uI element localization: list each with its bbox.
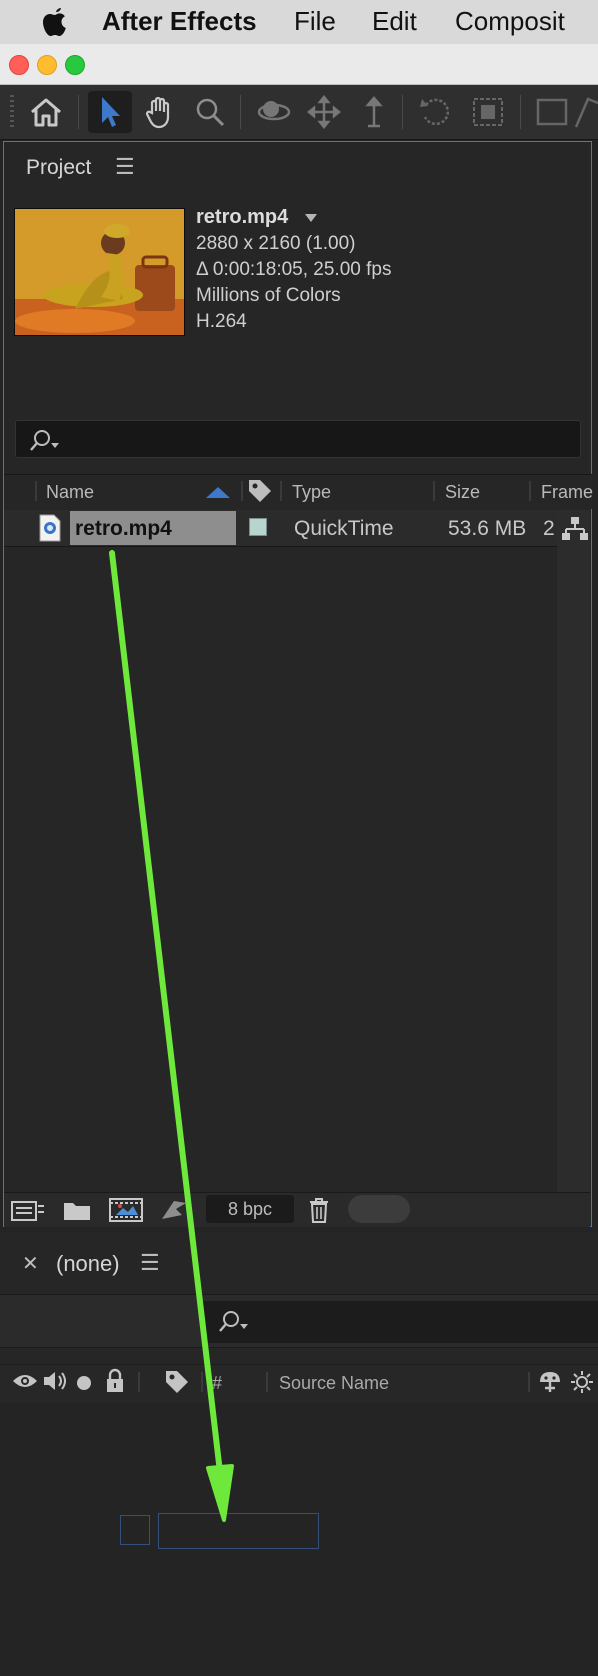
- row-type: QuickTime: [294, 517, 394, 540]
- row-file-name[interactable]: retro.mp4: [75, 517, 172, 541]
- project-panel-scroll-column[interactable]: [557, 510, 590, 1192]
- timeline-search-input[interactable]: [203, 1301, 598, 1343]
- column-frame[interactable]: Frame: [541, 482, 593, 503]
- pen-tool-icon[interactable]: [574, 91, 598, 133]
- new-folder-icon[interactable]: [62, 1198, 92, 1222]
- column-divider[interactable]: [433, 481, 435, 501]
- row-size: 53.6 MB: [448, 517, 527, 540]
- row-label-color[interactable]: [249, 518, 267, 536]
- footage-duration: Δ 0:00:18:05, 25.00 fps: [196, 259, 392, 280]
- toolbar-separator: [78, 95, 79, 129]
- flowchart-icon[interactable]: [562, 516, 588, 542]
- quicktime-file-icon: [39, 514, 61, 542]
- thumbnail-transparency-toggle[interactable]: [348, 1195, 410, 1223]
- footage-name: retro.mp4: [196, 206, 289, 228]
- shy-layer-icon[interactable]: [538, 1370, 562, 1394]
- column-divider[interactable]: [280, 481, 282, 501]
- window-titlebar: [0, 44, 598, 85]
- toolbar-separator: [402, 95, 403, 129]
- footage-dimensions: 2880 x 2160 (1.00): [196, 233, 356, 254]
- hand-tool-icon[interactable]: [138, 91, 182, 133]
- selection-tool-icon[interactable]: [88, 91, 132, 133]
- footage-codec: H.264: [196, 311, 247, 332]
- dolly-camera-icon[interactable]: [352, 91, 396, 133]
- sort-ascending-icon[interactable]: [206, 486, 230, 498]
- label-column-tag-icon[interactable]: [247, 478, 273, 504]
- toolbar-separator: [520, 95, 521, 129]
- label-column-tag-icon[interactable]: [164, 1369, 190, 1395]
- menu-composition[interactable]: Composit: [455, 6, 565, 37]
- project-panel-menu-icon[interactable]: ☰: [115, 154, 135, 180]
- pan-camera-icon[interactable]: [302, 91, 346, 133]
- column-name[interactable]: Name: [46, 482, 94, 503]
- column-divider[interactable]: [35, 481, 37, 501]
- search-icon: [219, 1311, 248, 1332]
- zoom-window-button[interactable]: [65, 55, 85, 75]
- project-search-input[interactable]: [15, 420, 581, 458]
- layer-drop-target-indicator: [120, 1515, 150, 1545]
- column-divider[interactable]: [529, 481, 531, 501]
- minimize-window-button[interactable]: [37, 55, 57, 75]
- timeline-panel-title[interactable]: (none): [56, 1251, 120, 1277]
- project-panel-title[interactable]: Project: [26, 156, 91, 180]
- pan-behind-icon[interactable]: [466, 91, 510, 133]
- label-swatch: [250, 519, 266, 535]
- column-divider[interactable]: [528, 1372, 530, 1392]
- sun-icon[interactable]: [570, 1370, 594, 1394]
- eye-icon[interactable]: [12, 1372, 38, 1390]
- rotate-tool-icon[interactable]: [414, 91, 458, 133]
- row-frame: 2: [543, 517, 555, 540]
- search-icon: [30, 430, 59, 451]
- timeline-panel-menu-icon[interactable]: ☰: [140, 1250, 160, 1276]
- project-bit-depth-button[interactable]: 8 bpc: [206, 1195, 294, 1223]
- interpret-footage-icon[interactable]: [10, 1198, 44, 1222]
- column-size[interactable]: Size: [445, 482, 480, 503]
- zoom-tool-icon[interactable]: [188, 91, 232, 133]
- speaker-icon[interactable]: [42, 1369, 68, 1393]
- orbit-camera-icon[interactable]: [252, 91, 296, 133]
- solo-icon[interactable]: [76, 1375, 92, 1391]
- column-divider[interactable]: [201, 1372, 203, 1392]
- macos-menubar: After Effects File Edit Composit: [0, 0, 598, 44]
- footage-color-depth: Millions of Colors: [196, 285, 341, 306]
- layer-drop-target[interactable]: [158, 1513, 319, 1549]
- apple-logo-icon[interactable]: [38, 2, 72, 40]
- close-icon[interactable]: ✕: [22, 1251, 39, 1276]
- toolbar-separator: [240, 95, 241, 129]
- lock-icon[interactable]: [104, 1368, 126, 1394]
- column-type[interactable]: Type: [292, 482, 331, 503]
- column-divider[interactable]: [266, 1372, 268, 1392]
- toolbar-grip[interactable]: [10, 95, 14, 129]
- new-composition-icon[interactable]: [108, 1196, 144, 1224]
- menu-app-name[interactable]: After Effects: [102, 6, 257, 37]
- column-source-name[interactable]: Source Name: [279, 1373, 389, 1394]
- home-icon[interactable]: [24, 91, 68, 133]
- close-window-button[interactable]: [9, 55, 29, 75]
- trash-icon[interactable]: [308, 1197, 330, 1223]
- tools-toolbar: [0, 85, 598, 140]
- menu-edit[interactable]: Edit: [372, 6, 417, 37]
- render-queue-icon[interactable]: [160, 1197, 188, 1223]
- column-divider[interactable]: [138, 1372, 140, 1392]
- column-layer-number[interactable]: #: [212, 1373, 222, 1394]
- column-divider[interactable]: [241, 481, 243, 501]
- menu-file[interactable]: File: [294, 6, 336, 37]
- rectangle-tool-icon[interactable]: [530, 91, 574, 133]
- footage-usage-dropdown-icon[interactable]: [304, 213, 318, 223]
- footage-thumbnail: [14, 208, 185, 336]
